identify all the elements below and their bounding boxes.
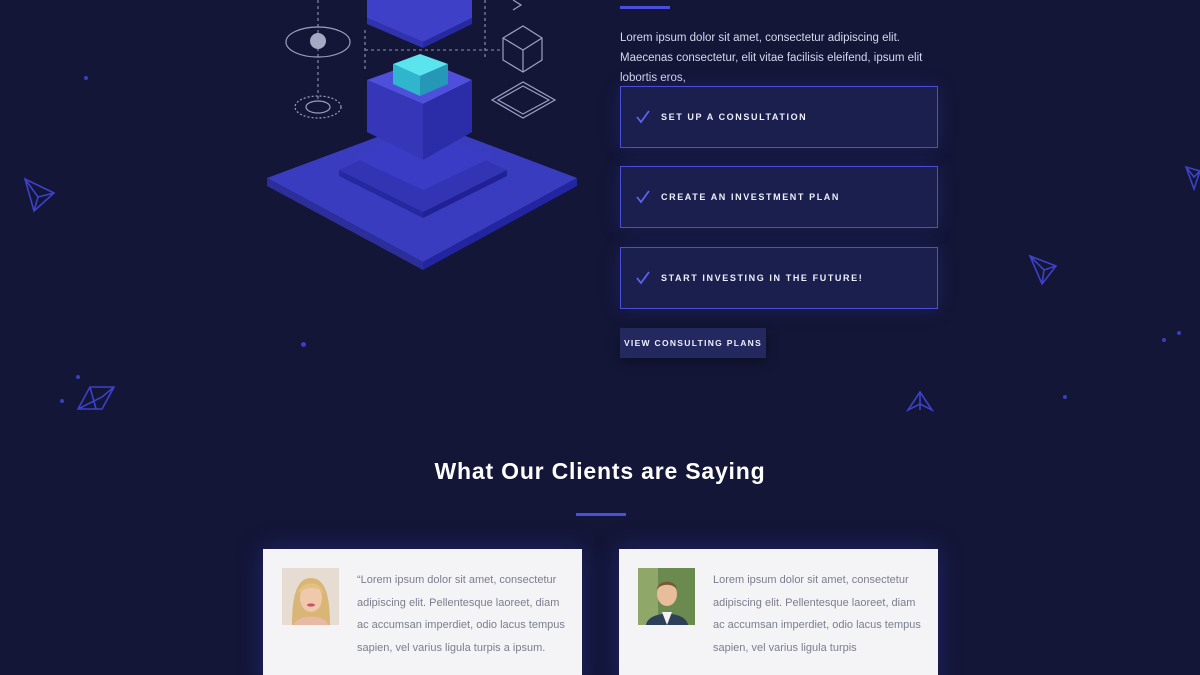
decorative-dot bbox=[60, 399, 64, 403]
step-investment-plan[interactable]: CREATE AN INVESTMENT PLAN bbox=[620, 166, 938, 228]
intro-paragraph: Lorem ipsum dolor sit amet, consectetur … bbox=[620, 32, 923, 84]
check-icon bbox=[636, 190, 650, 204]
decorative-dot bbox=[76, 375, 80, 379]
decorative-dot bbox=[301, 342, 306, 347]
isometric-blocks-illustration bbox=[267, 0, 577, 270]
testimonial-quote: Lorem ipsum dolor sit amet, consectetur … bbox=[713, 574, 921, 654]
decorative-dot bbox=[1063, 395, 1067, 399]
step-start-investing[interactable]: START INVESTING IN THE FUTURE! bbox=[620, 247, 938, 309]
check-icon bbox=[636, 110, 650, 124]
testimonial-card: Lorem ipsum dolor sit amet, consectetur … bbox=[619, 549, 938, 675]
step-label: CREATE AN INVESTMENT PLAN bbox=[661, 192, 841, 202]
section-accent-line bbox=[620, 6, 670, 9]
testimonial-card: “Lorem ipsum dolor sit amet, consectetur… bbox=[263, 549, 582, 675]
paper-plane-icon bbox=[76, 386, 116, 410]
testimonial-quote: “Lorem ipsum dolor sit amet, consectetur… bbox=[357, 574, 565, 654]
step-consultation[interactable]: SET UP A CONSULTATION bbox=[620, 86, 938, 148]
paper-plane-icon bbox=[1028, 254, 1058, 286]
paper-plane-icon bbox=[906, 390, 934, 412]
man-avatar bbox=[638, 568, 695, 625]
step-label: START INVESTING IN THE FUTURE! bbox=[661, 273, 864, 283]
decorative-dot bbox=[1162, 338, 1166, 342]
step-label: SET UP A CONSULTATION bbox=[661, 112, 808, 122]
paper-plane-icon bbox=[23, 177, 56, 213]
paper-plane-icon bbox=[1184, 165, 1200, 192]
check-icon bbox=[636, 271, 650, 285]
testimonials-title: What Our Clients are Saying bbox=[434, 458, 766, 484]
view-consulting-plans-button[interactable]: VIEW CONSULTING PLANS bbox=[620, 328, 766, 358]
page: Lorem ipsum dolor sit amet, consectetur … bbox=[0, 0, 1200, 675]
decorative-dot bbox=[1177, 331, 1181, 335]
title-underline bbox=[576, 513, 626, 516]
decorative-dot bbox=[84, 76, 88, 80]
woman-avatar bbox=[282, 568, 339, 625]
